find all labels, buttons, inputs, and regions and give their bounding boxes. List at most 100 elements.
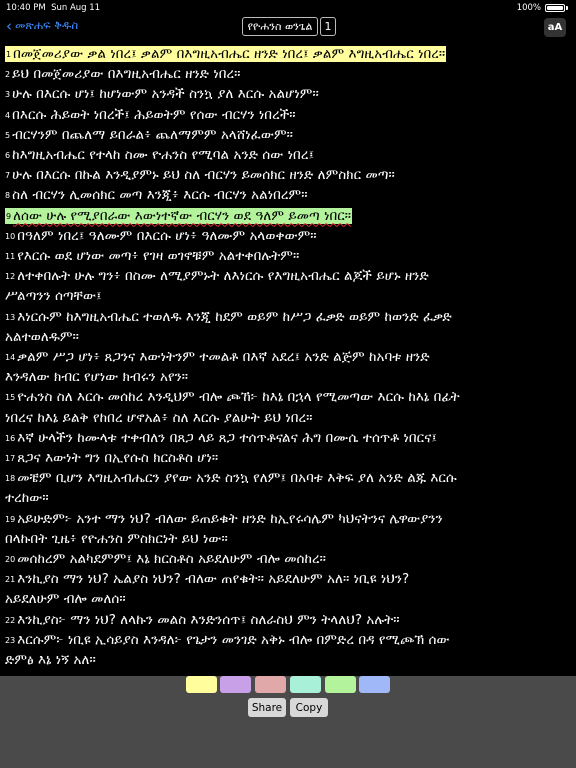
verse-5[interactable]: 5 ብርሃንም በጨለማ ይበራል፥ ጨለማምም አላሸነፈውም። [5,125,293,145]
verse-text-wrap: 9 ለሰው ሁሉ የሚያበራው እውነተኛው ብርሃን ወደ ዓለም ይመጣ ነበ… [5,207,353,224]
verse-number: 15 [5,393,16,403]
verse-text: ዮሐንስ ስለ እርሱ መሰከረ እንዲህም ብሎ ጮኸ፦ ከእኔ በኋላ የሚ… [17,389,460,406]
verse-6[interactable]: 6 ከእግዚአብሔር የተላከ ስሙ ዮሐንስ የሚባል አንድ ሰው ነበረ፤ [5,145,314,165]
verse-12-continuation[interactable]: ሥልጣንን ሰጣቸው፤ [5,286,102,306]
highlight-yellow-swatch[interactable] [186,676,217,693]
verse-text-wrap: 15 ዮሐንስ ስለ እርሱ መሰከረ እንዲህም ብሎ ጮኸ፦ ከእኔ በኋላ … [5,389,460,405]
verse-number: 22 [5,615,16,625]
verse-text-wrap: 10 በዓለም ነበረ፤ ዓለሙም በእርሱ ሆነ፥ ዓለሙም አላወቀውም። [5,228,317,244]
verse-text-wrap: 16 እኛ ሁላችን ከሙላቱ ተቀብለን በጸጋ ላይ ጸጋ ተሰጥቶናልና ሕ… [5,430,437,446]
verse-text: መሰከረም አልካደምም፤ እኔ ክርስቶስ አይደለሁም ብሎ መሰከረ። [17,551,326,567]
verse-21[interactable]: 21 እንኪያስ ማን ነህ? ኤልያስ ነህን? ብለው ጠየቁት። አይደለሁ… [5,569,409,589]
font-size-button[interactable]: aA [544,18,566,37]
verse-22[interactable]: 22 እንኪያስ፦ ማን ነህ? ለላኩን መልስ እንድንሰጥ፤ ስለራስህ ም… [5,610,400,630]
book-selector[interactable]: የዮሐንስ ወንጌል [242,17,318,36]
verse-9[interactable]: 9 ለሰው ሁሉ የሚያበራው እውነተኛው ብርሃን ወደ ዓለም ይመጣ ነበ… [5,206,353,226]
verse-20[interactable]: 20 መሰከረም አልካደምም፤ እኔ ክርስቶስ አይደለሁም ብሎ መሰከረ። [5,549,326,569]
verse-number: 17 [5,454,16,463]
verse-text-wrap: 18 መቼም ቢሆን እግዚአብሔርን ያየው አንድ ስንኳ የለም፤ በአባቱ… [5,470,457,486]
chapter-selector[interactable]: 1 [320,17,336,36]
verse-text: እርሱም፦ ነቢዩ ኢሳይያስ እንዳለ፦ የጌታን መንገድ አቅኑ ብሎ በ… [17,631,450,648]
verse-19-continuation[interactable]: በላኩበት ጊዜ፥ የዮሐንስ ምስክርነት ይህ ነው። [5,529,228,549]
verse-text: ቃልም ሥጋ ሆነ፥ ጸጋንና እውነትንም ተመልቶ በእኛ አደረ፤ አንድ… [17,349,430,365]
verse-18[interactable]: 18 መቼም ቢሆን እግዚአብሔርን ያየው አንድ ስንኳ የለም፤ በአባቱ… [5,468,457,488]
verse-15-continuation[interactable]: ነበረና ከእኔ ይልቅ የከበረ ሆኖአል፥ ስለ እርሱ ያልሁት ይህ ነ… [5,408,313,428]
verse-text-wrap: 5 ብርሃንም በጨለማ ይበራል፥ ጨለማምም አላሸነፈውም። [5,127,293,143]
verse-number: 3 [5,90,11,100]
copy-button[interactable]: Copy [290,698,328,717]
highlight-green-swatch[interactable] [325,676,356,693]
verse-number: 19 [5,514,16,524]
verse-number: 2 [5,70,11,80]
verse-number: 11 [5,252,16,261]
verse-23[interactable]: 23 እርሱም፦ ነቢዩ ኢሳይያስ እንዳለ፦ የጌታን መንገድ አቅኑ ብሎ… [5,630,450,650]
verse-number: 23 [5,635,16,645]
verse-text-wrap: 3 ሁሉ በእርሱ ሆነ፤ ከሆነውም አንዳች ስንኳ ያለ እርሱ አልሆነም… [5,86,319,102]
verse-text-wrap: 19 አይሁድም፦ አንተ ማን ነህ? ብለው ይጠይቁት ዘንድ ከኢየሩሳሌ… [5,511,443,527]
highlight-pink-swatch[interactable] [255,676,286,693]
verse-13-continuation[interactable]: አልተወለዱም። [5,327,79,347]
verse-number: 1 [6,50,12,59]
verse-text-wrap: 20 መሰከረም አልካደምም፤ እኔ ክርስቶስ አይደለሁም ብሎ መሰከረ። [5,551,326,567]
verse-16[interactable]: 16 እኛ ሁላችን ከሙላቱ ተቀብለን በጸጋ ላይ ጸጋ ተሰጥቶናልና ሕ… [5,428,437,448]
verse-10[interactable]: 10 በዓለም ነበረ፤ ዓለሙም በእርሱ ሆነ፥ ዓለሙም አላወቀውም። [5,226,317,246]
verse-text: በዓለም ነበረ፤ ዓለሙም በእርሱ ሆነ፥ ዓለሙም አላወቀውም። [17,227,317,244]
verse-2[interactable]: 2 ይህ በመጀመሪያው በእግዚአብሔር ዘንድ ነበረ። [5,64,241,84]
verse-number: 5 [5,130,11,140]
verse-number: 8 [5,191,11,201]
verse-text-wrap: 12 ለተቀበሉት ሁሉ ግን፥ በስሙ ለሚያምኑት ለእነርሱ የእግዚአብሔ… [5,268,429,284]
verse-14[interactable]: 14 ቃልም ሥጋ ሆነ፥ ጸጋንና እውነትንም ተመልቶ በእኛ አደረ፤ አ… [5,347,430,367]
verse-4[interactable]: 4 በእርሱ ሕይወት ነበረች፤ ሕይወትም የሰው ብርሃን ነበረች። [5,105,296,125]
verse-number: 12 [5,272,16,282]
verse-text: ከእግዚአብሔር የተላከ ስሙ ዮሐንስ የሚባል አንድ ሰው ነበረ፤ [12,147,315,163]
verse-text: በመጀመሪያው ቃል ነበረ፤ ቃልም በእግዚአብሔር ዘንድ ነበረ፤ ቃል… [13,46,446,62]
verse-text: ስለ ብርሃን ሊመሰክር መጣ እንጂ፥ እርሱ ብርሃን አልነበረም። [12,187,308,204]
verse-number: 10 [5,231,16,241]
verse-1[interactable]: 1 በመጀመሪያው ቃል ነበረ፤ ቃልም በእግዚአብሔር ዘንድ ነበረ፤ ቃ… [5,44,447,64]
verse-text-wrap: 13 እነርሱም ከእግዚአብሔር ተወለዱ እንጂ ከደም ወይም ከሥጋ ፈቃ… [5,309,452,325]
back-label: መጽሐፍ ቅዱስ [15,18,79,32]
verse-17[interactable]: 17 ጸጋና እውነት ግን በኢየሱስ ክርስቶስ ሆነ። [5,448,218,468]
verse-text-wrap: 6 ከእግዚአብሔር የተላከ ስሙ ዮሐንስ የሚባል አንድ ሰው ነበረ፤ [5,147,314,163]
navigation-bar: ‹ መጽሐፍ ቅዱስ የዮሐንስ ወንጌል 1 [0,14,576,40]
highlight-purple-swatch[interactable] [220,676,251,693]
status-time-date: 10:40 PM Sun Aug 11 [6,3,101,13]
verse-23-continuation[interactable]: ድምፅ እኔ ነኝ አለ። [5,650,96,670]
verse-14-continuation[interactable]: እንዳለው ክብር የሆነው ክብሩን አየን። [5,367,188,387]
verse-number: 7 [5,171,11,181]
highlight-blue-swatch[interactable] [359,676,390,693]
verse-7[interactable]: 7 ሁሉ በእርሱ በኩል እንዲያምኑ ይህ ስለ ብርሃን ይመሰክር ዘንድ… [5,165,395,185]
battery-icon [545,4,565,12]
verse-text-wrap: 4 በእርሱ ሕይወት ነበረች፤ ሕይወትም የሰው ብርሃን ነበረች። [5,107,296,123]
verse-text: ይህ በመጀመሪያው በእግዚአብሔር ዘንድ ነበረ። [12,66,241,83]
verse-3[interactable]: 3 ሁሉ በእርሱ ሆነ፤ ከሆነውም አንዳች ስንኳ ያለ እርሱ አልሆነም… [5,84,319,104]
back-button[interactable]: ‹ መጽሐፍ ቅዱስ [6,18,78,33]
highlight-mint-swatch[interactable] [290,676,321,693]
verse-19[interactable]: 19 አይሁድም፦ አንተ ማን ነህ? ብለው ይጠይቁት ዘንድ ከኢየሩሳሌ… [5,509,443,529]
battery-indicator: 100% [517,3,568,13]
verse-number: 16 [5,433,16,443]
verse-text-wrap: 7 ሁሉ በእርሱ በኩል እንዲያምኑ ይህ ስለ ብርሃን ይመሰክር ዘንድ… [5,167,395,183]
verse-8[interactable]: 8 ስለ ብርሃን ሊመሰክር መጣ እንጂ፥ እርሱ ብርሃን አልነበረም። [5,185,308,205]
verse-text: ሁሉ በእርሱ ሆነ፤ ከሆነውም አንዳች ስንኳ ያለ እርሱ አልሆነም። [12,86,319,103]
verse-text: እንኪያስ፦ ማን ነህ? ለላኩን መልስ እንድንሰጥ፤ ስለራስህ ምን … [17,611,400,628]
verse-text: ለተቀበሉት ሁሉ ግን፥ በስሙ ለሚያምኑት ለእነርሱ የእግዚአብሔር … [17,268,429,285]
verse-text: ሁሉ በእርሱ በኩል እንዲያምኑ ይህ ስለ ብርሃን ይመሰክር ዘንድ … [12,167,395,184]
verse-12[interactable]: 12 ለተቀበሉት ሁሉ ግን፥ በስሙ ለሚያምኑት ለእነርሱ የእግዚአብሔ… [5,266,429,286]
verse-text: በእርሱ ሕይወት ነበረች፤ ሕይወትም የሰው ብርሃን ነበረች። [12,106,296,123]
verse-text-wrap: 1 በመጀመሪያው ቃል ነበረ፤ ቃልም በእግዚአብሔር ዘንድ ነበረ፤ ቃ… [5,46,447,62]
verse-number: 9 [6,211,12,221]
verse-text: አይሁድም፦ አንተ ማን ነህ? ብለው ይጠይቁት ዘንድ ከኢየሩሳሌም … [17,510,443,527]
verse-text: እንኪያስ ማን ነህ? ኤልያስ ነህን? ብለው ጠየቁት። አይደለሁም … [17,571,410,588]
verse-11[interactable]: 11 የእርሱ ወደ ሆነው መጣ፥ የገዛ ወገኖቹም አልተቀበሉትም። [5,246,299,266]
verse-text: መቼም ቢሆን እግዚአብሔርን ያየው አንድ ስንኳ የለም፤ በአባቱ እ… [17,470,457,487]
verse-18-continuation[interactable]: ተረከው። [5,488,49,508]
verse-number: 6 [5,151,11,160]
verse-15[interactable]: 15 ዮሐንስ ስለ እርሱ መሰከረ እንዲህም ብሎ ጮኸ፦ ከእኔ በኋላ … [5,387,460,407]
share-button[interactable]: Share [248,698,286,717]
verse-text-wrap: 14 ቃልም ሥጋ ሆነ፥ ጸጋንና እውነትንም ተመልቶ በእኛ አደረ፤ አ… [5,349,430,365]
verse-13[interactable]: 13 እነርሱም ከእግዚአብሔር ተወለዱ እንጂ ከደም ወይም ከሥጋ ፈቃ… [5,307,452,327]
verse-text-wrap: 21 እንኪያስ ማን ነህ? ኤልያስ ነህን? ብለው ጠየቁት። አይደለሁ… [5,571,409,587]
verse-21-continuation[interactable]: አይደለሁም ብሎ መለሰ። [5,589,126,609]
verse-number: 14 [5,353,16,362]
